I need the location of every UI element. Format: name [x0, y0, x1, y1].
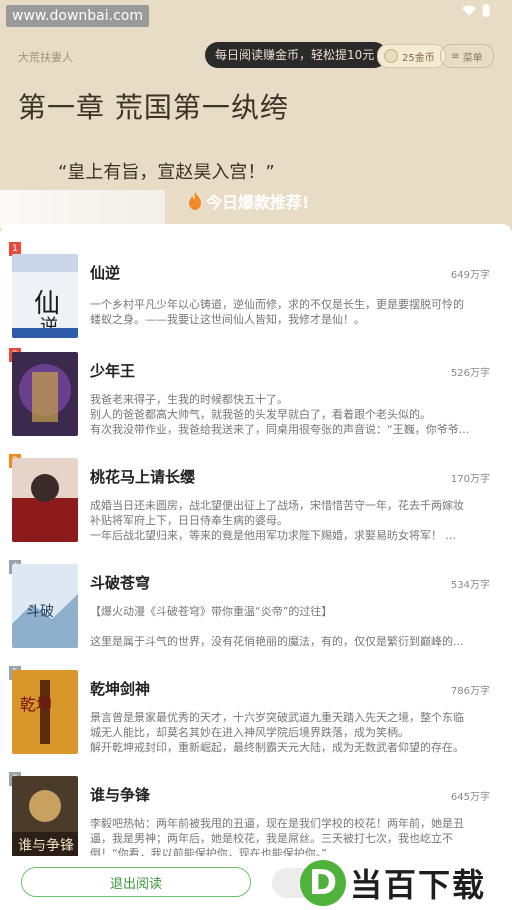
book-title: 谁与争锋	[90, 786, 151, 804]
svg-text:斗破: 斗破	[26, 604, 54, 620]
coin-count: 25金币	[402, 52, 435, 64]
book-desc-line: 这里是属于斗气的世界，没有花俏艳丽的魔法，有的，仅仅是繁衍到巅峰的...	[90, 635, 464, 648]
word-count: 645万字	[450, 792, 490, 803]
recommend-sheet: 1 仙逆 仙逆 649万字 一个乡村平凡少年以心铸道，逆仙而修，求的不仅是长生，…	[0, 224, 512, 910]
book-desc-line: 蝼蚁之身。——我要让这世间仙人皆知，我修才是仙！。	[90, 313, 365, 326]
svg-text:仙: 仙	[34, 289, 60, 319]
status-icons	[462, 4, 490, 17]
status-bar: www.downbai.com	[0, 0, 512, 27]
book-title: 乾坤剑神	[90, 680, 151, 698]
brand-text: 当百下载	[350, 866, 487, 904]
blurred-panel	[0, 190, 165, 228]
brand-watermark: D 当百下载	[300, 858, 486, 908]
book-desc-line: 城无人能比，却莫名其妙在进入神风学院后境界跌落，成为笑柄。	[90, 726, 409, 739]
book-name: 大荒扶妻人	[18, 51, 73, 64]
book-desc-line: 景言曾是景家最优秀的天才，十六岁突破武道九重天踏入先天之境，整个东临	[90, 711, 464, 724]
book-cover	[12, 352, 78, 436]
watermark: www.downbai.com	[6, 5, 149, 27]
book-desc-line: 【爆火动漫《斗破苍穹》带你重温“炎帝”的过往】	[90, 605, 333, 618]
book-cover	[12, 458, 78, 542]
recommend-title: 今日爆款推荐!	[206, 193, 310, 212]
exit-reading-button[interactable]: 退出阅读	[21, 867, 251, 897]
word-count: 649万字	[450, 270, 490, 281]
book-desc-line: 别人的爸爸都高大帅气，就我爸的头发早就白了，看着跟个老头似的。	[90, 408, 431, 421]
book-desc-line: 有次我没带作业，我爸给我送来了，同桌用很夸张的声音说：“王巍，你爷爷...	[90, 423, 470, 436]
word-count: 526万字	[450, 368, 490, 379]
chapter-title: 第一章 荒国第一纨绔	[18, 91, 289, 124]
book-title: 仙逆	[90, 264, 121, 282]
menu-icon: ≡	[451, 50, 460, 62]
menu-button[interactable]: ≡ 菜单	[440, 44, 494, 68]
book-title: 桃花马上请长缨	[90, 468, 196, 486]
book-cover: 斗破	[12, 564, 78, 648]
book-desc-line: 解开乾坤戒封印，重新崛起，最终制霸天元大陆，成为无数武者仰望的存在。	[90, 741, 464, 754]
book-item-2[interactable]: 2 少年王 526万字 我爸老来得子，生我的时候都快五十了。 别人的爸爸都高大帅…	[0, 348, 512, 453]
coin-balance[interactable]: 25金币	[377, 44, 446, 68]
chapter-text: “皇上有旨，宣赵昊入宫！”	[58, 162, 275, 183]
word-count: 170万字	[450, 474, 490, 485]
book-desc-line: 一年后战北望归来，等来的竟是他用军功求陛下赐婚，求娶易昉女将军！ ...	[90, 529, 456, 542]
promo-banner[interactable]: 每日阅读赚金币，轻松提10元	[205, 42, 387, 68]
wifi-icon	[462, 5, 476, 16]
svg-text:乾坤: 乾坤	[20, 695, 52, 714]
book-desc-line: 我爸老来得子，生我的时候都快五十了。	[90, 393, 288, 406]
book-desc-line: 补贴将军府上下，日日侍奉生病的婆母。	[90, 514, 288, 527]
book-desc-line: 一个乡村平凡少年以心铸道，逆仙而修，求的不仅是长生，更是要摆脱可怜的	[90, 298, 464, 311]
word-count: 786万字	[450, 686, 490, 697]
book-item-3[interactable]: 3 桃花马上请长缨 170万字 成婚当日还未圆房，战北望便出征上了战场，宋惜惜苦…	[0, 454, 512, 559]
fire-icon	[189, 192, 201, 210]
book-item-4[interactable]: 4 斗破 斗破苍穹 534万字 【爆火动漫《斗破苍穹》带你重温“炎帝”的过往】 …	[0, 560, 512, 665]
menu-label: 菜单	[462, 52, 483, 64]
book-cover: 仙逆	[12, 254, 78, 338]
brand-logo-icon: D	[300, 860, 346, 906]
svg-text:谁与争锋: 谁与争锋	[18, 838, 74, 854]
book-desc-line: 李毅吧热帖：两年前被我甩的丑逼，现在是我们学校的校花！两年前，她是丑	[90, 817, 464, 830]
book-desc-line: 成婚当日还未圆房，战北望便出征上了战场，宋惜惜苦守一年，花去千两嫁妆	[90, 499, 464, 512]
coin-icon	[384, 49, 398, 63]
word-count: 534万字	[450, 580, 490, 591]
book-title: 斗破苍穹	[90, 574, 151, 592]
battery-icon	[482, 4, 490, 17]
book-cover: 谁与争锋	[12, 776, 78, 860]
book-item-5[interactable]: 5 乾坤 乾坤剑神 786万字 景言曾是景家最优秀的天才，十六岁突破武道九重天踏…	[0, 666, 512, 771]
book-title: 少年王	[90, 362, 136, 380]
book-item-1[interactable]: 1 仙逆 仙逆 649万字 一个乡村平凡少年以心铸道，逆仙而修，求的不仅是长生，…	[0, 242, 512, 347]
recommend-header: 今日爆款推荐!	[188, 189, 309, 213]
book-desc-line: 逼，我是男神；两年后，她是校花，我是屌丝。三天被打七次，我也屹立不	[90, 832, 453, 845]
book-cover: 乾坤	[12, 670, 78, 754]
